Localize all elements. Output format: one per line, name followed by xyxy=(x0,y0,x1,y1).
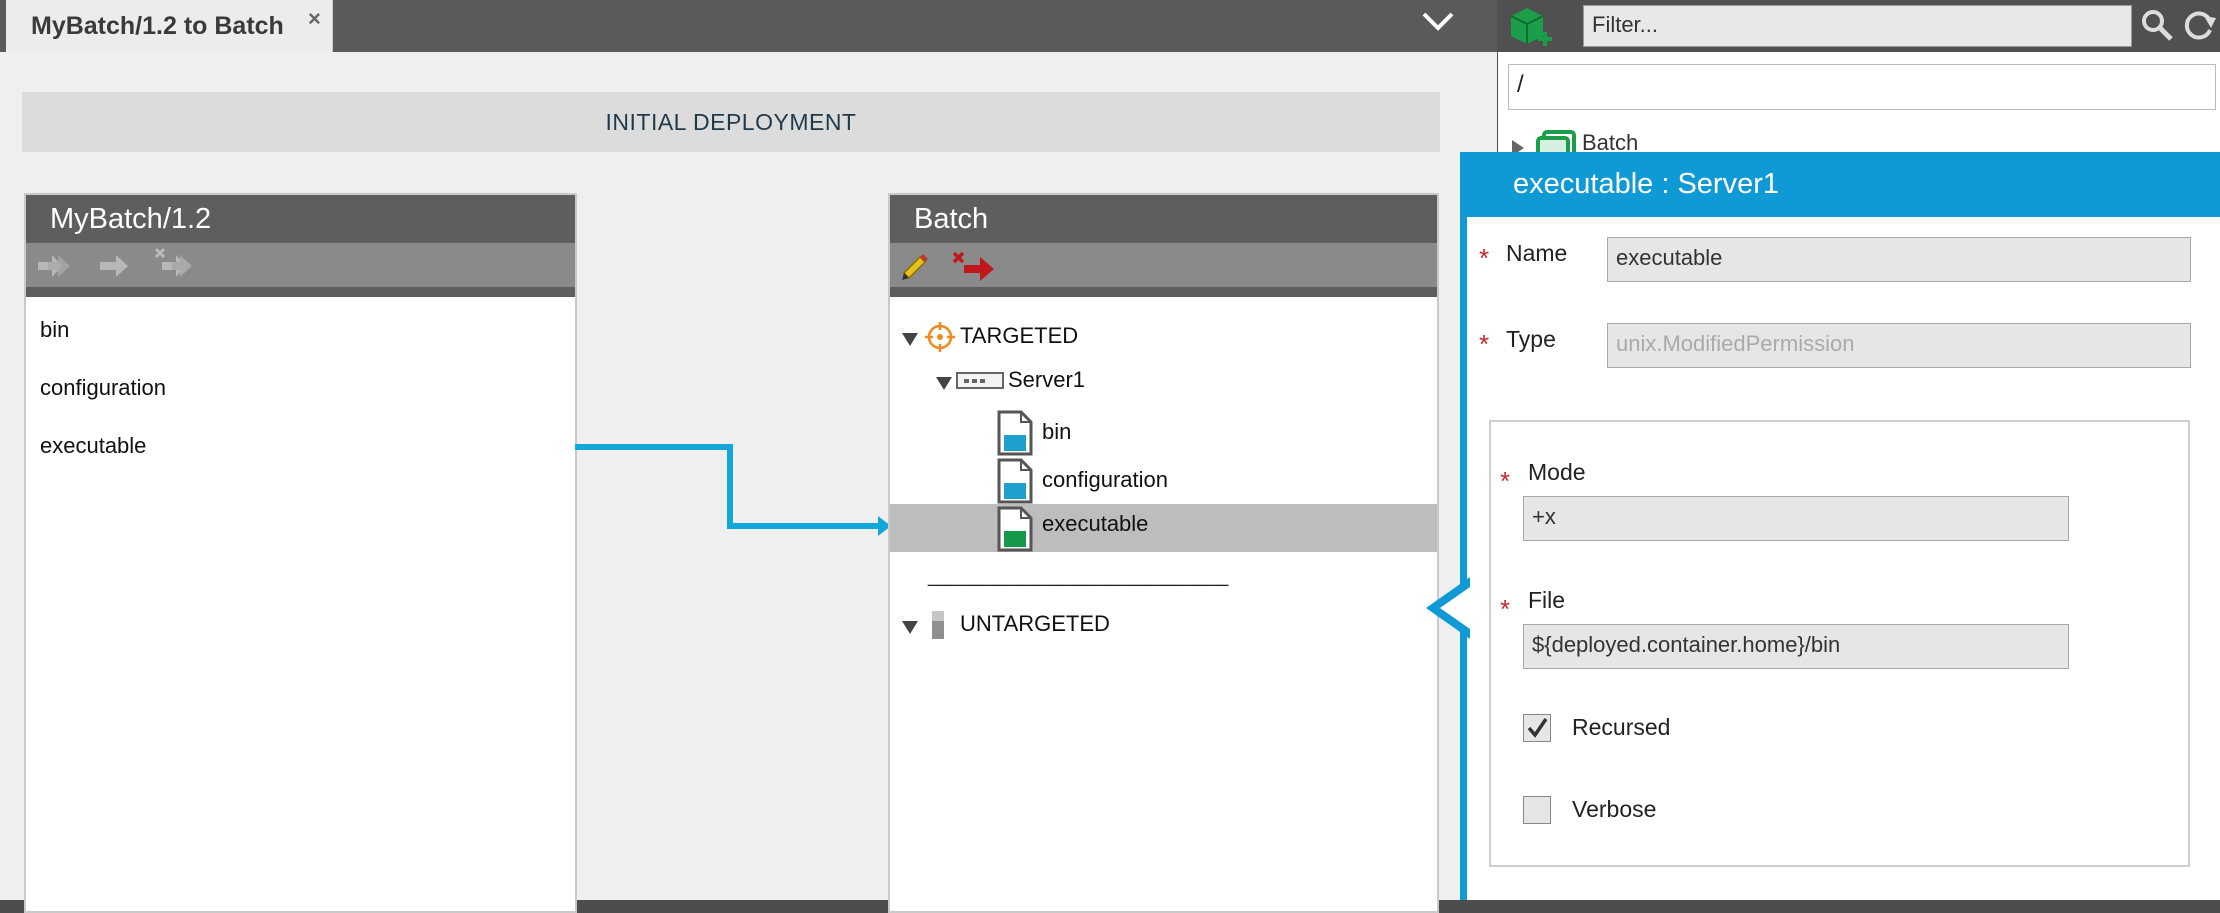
type-field: unix.ModifiedPermission xyxy=(1607,323,2191,368)
filter-input[interactable]: Filter... xyxy=(1583,5,2132,47)
callout-pointer xyxy=(1426,577,1470,639)
refresh-icon[interactable] xyxy=(2182,8,2218,42)
tree-node-file[interactable]: configuration xyxy=(1042,467,1168,493)
recursed-label: Recursed xyxy=(1572,714,1671,740)
package-panel: MyBatch/1.2 bin configuration executable xyxy=(24,193,577,913)
environment-panel: Batch TARGETED Server1 bin configuration… xyxy=(888,193,1439,913)
tree-separator: ___________________________ xyxy=(928,565,1229,587)
server-icon xyxy=(956,372,1004,389)
file-icon xyxy=(997,410,1033,456)
filter-placeholder: Filter... xyxy=(1592,12,1659,37)
add-package-icon[interactable] xyxy=(1505,2,1557,48)
package-panel-title: MyBatch/1.2 xyxy=(26,195,575,243)
verbose-label: Verbose xyxy=(1572,796,1657,822)
tree-node-targeted[interactable]: TARGETED xyxy=(960,323,1078,349)
selected-tree-row[interactable] xyxy=(890,504,1437,552)
pencil-icon[interactable] xyxy=(898,249,932,283)
package-toolbar xyxy=(26,243,575,287)
mode-label: Mode xyxy=(1528,459,1586,485)
properties-title: executable : Server1 xyxy=(1513,168,1779,200)
expand-server-icon[interactable] xyxy=(936,377,952,390)
environment-icon xyxy=(1536,130,1576,152)
list-item[interactable]: executable xyxy=(40,433,146,459)
verbose-checkbox[interactable] xyxy=(1523,796,1551,824)
library-item-batch[interactable]: Batch xyxy=(1498,130,2220,152)
tree-node-file[interactable]: bin xyxy=(1042,419,1071,445)
deployment-type-banner: INITIAL DEPLOYMENT xyxy=(22,92,1440,152)
expand-batch-icon[interactable] xyxy=(1512,140,1524,152)
required-marker: * xyxy=(1479,329,1490,359)
chevron-down-icon[interactable] xyxy=(1420,6,1456,36)
file-label: File xyxy=(1528,587,1566,613)
checkmark-icon xyxy=(1527,718,1548,738)
map-selected-icon[interactable] xyxy=(96,251,132,281)
list-item[interactable]: bin xyxy=(40,317,69,343)
tree-node-file[interactable]: executable xyxy=(1042,511,1148,537)
mapping-connector xyxy=(575,444,891,536)
map-remove-icon[interactable] xyxy=(154,247,194,279)
tab-close-icon[interactable]: × xyxy=(308,6,321,32)
environment-toolbar xyxy=(890,243,1437,287)
name-label: Name xyxy=(1506,240,1568,266)
path-input[interactable]: / xyxy=(1508,64,2216,110)
recursed-checkbox[interactable] xyxy=(1523,714,1551,742)
undeploy-icon[interactable] xyxy=(952,251,998,283)
untargeted-icon xyxy=(932,611,944,639)
map-all-icon[interactable] xyxy=(36,251,72,281)
required-marker: * xyxy=(1500,466,1511,496)
tree-node-server[interactable]: Server1 xyxy=(1008,367,1085,393)
list-item[interactable]: configuration xyxy=(40,375,166,401)
name-field[interactable]: executable xyxy=(1607,237,2191,282)
search-icon[interactable] xyxy=(2140,8,2174,42)
expand-untargeted-icon[interactable] xyxy=(902,621,918,634)
expand-targeted-icon[interactable] xyxy=(902,333,918,346)
file-icon xyxy=(997,506,1033,552)
tree-node-untargeted[interactable]: UNTARGETED xyxy=(960,611,1110,637)
target-icon xyxy=(925,322,955,352)
type-label: Type xyxy=(1506,326,1556,352)
file-icon xyxy=(997,458,1033,504)
file-field[interactable]: ${deployed.container.home}/bin xyxy=(1523,624,2069,669)
tab-mybatch-to-batch[interactable]: MyBatch/1.2 to Batch × xyxy=(6,0,333,52)
required-marker: * xyxy=(1500,594,1511,624)
required-marker: * xyxy=(1479,243,1490,273)
tab-title: MyBatch/1.2 to Batch xyxy=(31,12,284,40)
environment-panel-title: Batch xyxy=(890,195,1437,243)
library-item-label: Batch xyxy=(1582,130,1639,152)
mode-field[interactable]: +x xyxy=(1523,496,2069,541)
